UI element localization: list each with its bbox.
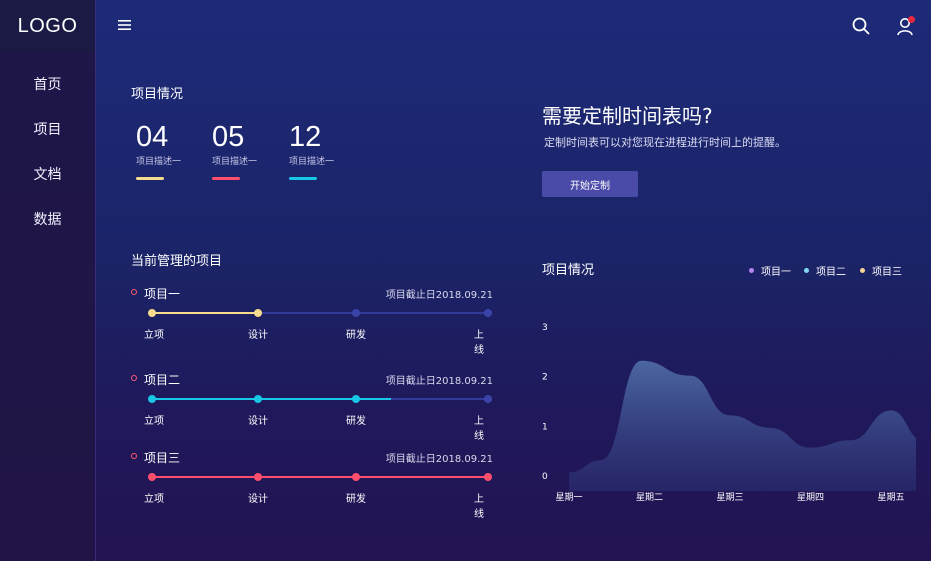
logo[interactable]: LOGO: [0, 0, 95, 52]
promo-subtitle: 定制时间表可以对您现在进程进行时间上的提醒。: [544, 136, 786, 149]
stat-card: 12 项目描述一: [289, 122, 359, 180]
step-node[interactable]: [253, 309, 262, 317]
stat-description: 项目描述一: [136, 157, 182, 167]
project-bullet-icon: [131, 289, 137, 295]
stat-card: 04 项目描述一: [136, 122, 206, 180]
sidebar-item-data[interactable]: 数据: [0, 196, 95, 241]
x-tick-label: 星期二: [636, 492, 663, 503]
stat-description: 项目描述一: [289, 157, 335, 167]
stat-number: 05: [212, 121, 245, 153]
sidebar-item-docs[interactable]: 文档: [0, 151, 95, 196]
step-node[interactable]: [148, 309, 156, 317]
step-label: 立项: [144, 330, 164, 341]
project-deadline: 项目截止日2018.09.21: [385, 376, 493, 387]
step-label: 立项: [144, 494, 164, 505]
project-deadline: 项目截止日2018.09.21: [385, 454, 493, 465]
sidebar: LOGO 首页 项目 文档 数据: [0, 0, 96, 561]
project-bullet-icon: [131, 375, 137, 381]
step-label: 研发: [346, 494, 366, 505]
step-node[interactable]: [148, 395, 156, 403]
project-header: 项目一 项目截止日2018.09.21: [131, 285, 493, 301]
step-node[interactable]: [351, 309, 360, 317]
step-node[interactable]: [484, 473, 492, 481]
stat-number: 12: [289, 121, 322, 153]
sidebar-item-projects[interactable]: 项目: [0, 106, 95, 151]
step-label: 立项: [144, 416, 164, 427]
project-item[interactable]: 项目一 项目截止日2018.09.21 立项 设计 研发 上线: [131, 285, 493, 356]
search-icon[interactable]: [851, 16, 871, 36]
step-node[interactable]: [484, 309, 492, 317]
progress-track: [148, 473, 492, 481]
x-tick-label: 星期五: [877, 492, 904, 503]
step-node[interactable]: [253, 395, 262, 403]
stat-description: 项目描述一: [212, 157, 258, 167]
step-label: 研发: [346, 330, 366, 341]
project-item[interactable]: 项目二 项目截止日2018.09.21 立项 设计 研发 上线: [131, 371, 493, 442]
project-header: 项目三 项目截止日2018.09.21: [131, 449, 493, 465]
sidebar-item-home[interactable]: 首页: [0, 61, 95, 106]
legend-item[interactable]: 项目三: [860, 263, 902, 278]
step-label: 上线: [474, 330, 484, 356]
project-name: 项目一: [144, 287, 181, 301]
x-tick-label: 星期四: [797, 492, 824, 503]
stat-number: 04: [136, 121, 169, 153]
projects-title: 当前管理的项目: [131, 254, 223, 269]
step-node[interactable]: [484, 395, 492, 403]
progress-fill: [152, 476, 488, 478]
legend-dot: [749, 268, 754, 273]
project-name: 项目二: [144, 373, 181, 387]
stat-underline: [136, 177, 164, 180]
top-bar: [96, 0, 931, 52]
menu-icon[interactable]: [116, 16, 134, 34]
legend-label: 项目一: [761, 267, 791, 278]
step-label: 设计: [248, 494, 268, 505]
x-tick-label: 星期三: [716, 492, 743, 503]
step-label: 研发: [346, 416, 366, 427]
stat-underline: [289, 177, 317, 180]
step-label: 设计: [248, 416, 268, 427]
legend-item[interactable]: 项目二: [804, 263, 846, 278]
y-tick-label: 3: [542, 323, 548, 333]
legend-dot: [804, 268, 809, 273]
progress-track: [148, 309, 492, 317]
step-label: 上线: [474, 494, 484, 520]
legend-item[interactable]: 项目一: [749, 263, 791, 278]
project-bullet-icon: [131, 453, 137, 459]
progress-track: [148, 395, 492, 403]
legend-label: 项目二: [816, 267, 846, 278]
area-series[interactable]: [569, 360, 916, 491]
notification-dot: [908, 16, 915, 23]
promo-title: 需要定制时间表吗?: [542, 104, 713, 128]
project-item[interactable]: 项目三 项目截止日2018.09.21 立项 设计 研发 上线: [131, 449, 493, 520]
overview-title: 项目情况: [131, 87, 184, 102]
step-label: 设计: [248, 330, 268, 341]
legend-label: 项目三: [872, 267, 902, 278]
project-header: 项目二 项目截止日2018.09.21: [131, 371, 493, 387]
main-content: 项目情况 04 项目描述一 05 项目描述一 12 项目描述一 当前管理的项目 …: [96, 0, 931, 561]
step-node[interactable]: [351, 473, 360, 481]
y-tick-label: 1: [542, 422, 548, 432]
progress-fill: [152, 312, 260, 314]
project-deadline: 项目截止日2018.09.21: [385, 290, 493, 301]
y-tick-label: 0: [542, 472, 548, 482]
stat-underline: [212, 177, 240, 180]
sidebar-nav: 首页 项目 文档 数据: [0, 52, 95, 241]
y-tick-label: 2: [542, 373, 548, 383]
x-tick-label: 星期一: [555, 492, 582, 503]
step-label: 上线: [474, 416, 484, 442]
step-node[interactable]: [253, 473, 262, 481]
stat-card: 05 项目描述一: [212, 122, 282, 180]
chart-title: 项目情况: [542, 263, 595, 278]
start-customize-button[interactable]: 开始定制: [542, 171, 638, 197]
step-node[interactable]: [148, 473, 156, 481]
area-chart: 0 1 2 3 星期一 星期二 星期三 星期四 星期五: [542, 323, 916, 503]
step-node[interactable]: [351, 395, 360, 403]
project-name: 项目三: [144, 451, 181, 465]
legend-dot: [860, 268, 865, 273]
